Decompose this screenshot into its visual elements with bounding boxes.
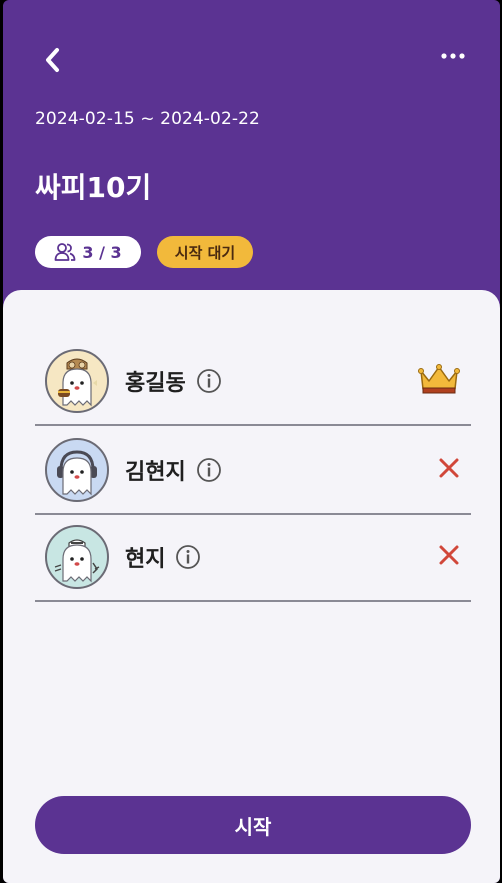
list-item: 김현지	[35, 427, 471, 515]
remove-member-button[interactable]	[437, 543, 461, 571]
info-icon	[196, 458, 221, 482]
more-horizontal-icon	[441, 53, 465, 59]
info-button[interactable]	[175, 544, 201, 570]
participant-count: 3 / 3	[82, 242, 122, 262]
avatar	[45, 525, 109, 589]
member-name: 현지	[125, 547, 166, 572]
avatar	[45, 438, 109, 502]
info-icon	[196, 369, 221, 393]
member-name: 홍길동	[125, 371, 186, 396]
host-crown	[417, 363, 461, 399]
member-sheet: 홍길동 김현지 현지	[3, 290, 500, 883]
ghost-avatar-icon	[54, 539, 100, 583]
remove-member-button[interactable]	[437, 456, 461, 484]
users-icon	[54, 243, 76, 261]
chevron-left-icon	[46, 48, 59, 72]
header: 2024-02-15 ~ 2024-02-22 싸피10기 3 / 3 시작 대…	[3, 0, 500, 300]
close-icon	[439, 545, 459, 565]
close-icon	[439, 458, 459, 478]
ghost-avatar-icon	[57, 450, 97, 496]
more-button[interactable]	[437, 46, 469, 66]
date-range: 2024-02-15 ~ 2024-02-22	[35, 109, 260, 129]
member-name: 김현지	[125, 460, 186, 485]
room-title: 싸피10기	[35, 171, 152, 204]
start-button[interactable]: 시작	[35, 796, 471, 854]
info-button[interactable]	[196, 457, 222, 483]
app-screen: 2024-02-15 ~ 2024-02-22 싸피10기 3 / 3 시작 대…	[3, 0, 500, 883]
info-icon	[176, 545, 201, 569]
participant-count-badge: 3 / 3	[35, 236, 141, 268]
list-item: 홍길동	[35, 338, 471, 426]
avatar	[45, 349, 109, 413]
list-item: 현지	[35, 514, 471, 602]
ghost-avatar-icon	[58, 358, 97, 407]
status-badge: 시작 대기	[157, 236, 253, 268]
back-button[interactable]	[37, 44, 67, 76]
info-button[interactable]	[196, 368, 222, 394]
crown-icon	[418, 364, 460, 394]
